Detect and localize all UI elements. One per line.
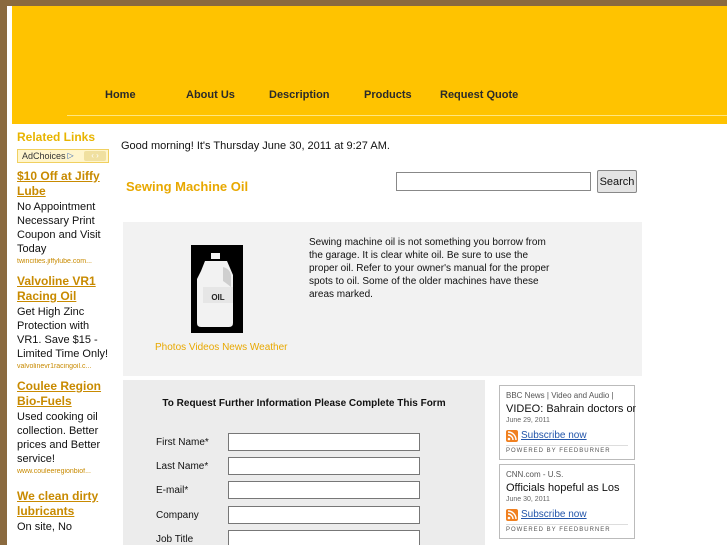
ad-title[interactable]: We clean dirty lubricants (17, 489, 109, 519)
email-field[interactable] (228, 481, 420, 499)
ad-item: We clean dirty lubricants On site, No (17, 489, 109, 534)
job-title-label: Job Title (156, 534, 194, 545)
ad-title[interactable]: Valvoline VR1 Racing Oil (17, 274, 109, 304)
ad-url[interactable]: www.couleeregionbiof... (17, 468, 109, 475)
greeting-text: Good morning! It's Thursday June 30, 201… (121, 140, 390, 152)
adchoices-bar[interactable]: AdChoices ▷ ‹ › (17, 149, 109, 163)
form-row-job-title: Job Title (156, 530, 486, 545)
product-description: Sewing machine oil is not something you … (309, 237, 550, 300)
subscribe-link[interactable]: Subscribe now (521, 509, 587, 520)
feed-source: CNN.com - U.S. (506, 470, 564, 479)
ad-body: No Appointment Necessary Print Coupon an… (17, 201, 101, 255)
oil-label: OIL (211, 293, 224, 302)
search-button[interactable]: Search (597, 170, 637, 193)
nav-home[interactable]: Home (105, 89, 136, 101)
nav-request-quote[interactable]: Request Quote (440, 89, 518, 101)
company-field[interactable] (228, 506, 420, 524)
ad-url[interactable]: valvolinevr1racingoil.c... (17, 363, 109, 370)
adchoices-icon: ▷ (67, 151, 74, 160)
page-title: Sewing Machine Oil (126, 179, 249, 194)
feed-date: June 30, 2011 (506, 496, 550, 503)
sidebar: Related Links AdChoices ▷ ‹ › $10 Off at… (17, 130, 109, 534)
page-frame: Home About Us Description Products Reque… (7, 6, 727, 545)
search-input[interactable] (396, 172, 591, 191)
subscribe-link[interactable]: Subscribe now (521, 430, 587, 441)
nav-products[interactable]: Products (364, 89, 412, 101)
divider (506, 524, 628, 525)
feed-headline[interactable]: Officials hopeful as Los (506, 482, 636, 494)
divider (506, 445, 628, 446)
ad-title[interactable]: $10 Off at Jiffy Lube (17, 169, 109, 199)
rss-icon[interactable] (506, 430, 518, 442)
photo-caption-link[interactable]: Photos Videos News Weather (155, 342, 287, 353)
request-info-form: To Request Further Information Please Co… (123, 380, 485, 545)
content-box: OIL Photos Videos News Weather Sewing ma… (123, 222, 642, 376)
ad-nav-arrows-icon[interactable]: ‹ › (84, 151, 106, 161)
main-nav: Home About Us Description Products Reque… (67, 81, 727, 116)
nav-about-us[interactable]: About Us (186, 89, 235, 101)
ad-body: Get High Zinc Protection with VR1. Save … (17, 306, 109, 360)
news-feed-widget: BBC News | Video and Audio | VIDEO: Bahr… (499, 385, 636, 460)
form-row-first-name: First Name* (156, 433, 486, 453)
feed-headline[interactable]: VIDEO: Bahrain doctors on (506, 403, 636, 415)
form-row-email: E-mail* (156, 481, 486, 501)
ad-item: Coulee Region Bio-Fuels Used cooking oil… (17, 379, 109, 475)
oil-jug-image: OIL (191, 245, 243, 333)
first-name-field[interactable] (228, 433, 420, 451)
powered-by-text: POWERED BY FEEDBURNER (506, 527, 611, 533)
news-feed-widget: CNN.com - U.S. Officials hopeful as Los … (499, 464, 635, 539)
powered-by-text: POWERED BY FEEDBURNER (506, 448, 611, 454)
form-heading: To Request Further Information Please Co… (162, 398, 446, 409)
ad-title[interactable]: Coulee Region Bio-Fuels (17, 379, 109, 409)
last-name-field[interactable] (228, 457, 420, 475)
rss-icon[interactable] (506, 509, 518, 521)
site-header: Home About Us Description Products Reque… (12, 6, 727, 124)
ad-body: Used cooking oil collection. Better pric… (17, 411, 101, 465)
form-row-last-name: Last Name* (156, 457, 486, 477)
ad-item: Valvoline VR1 Racing Oil Get High Zinc P… (17, 274, 109, 370)
ad-item: $10 Off at Jiffy Lube No Appointment Nec… (17, 169, 109, 265)
last-name-label: Last Name* (156, 461, 209, 472)
ad-body: On site, No (17, 521, 73, 533)
adchoices-label: AdChoices (22, 151, 66, 161)
form-row-company: Company (156, 506, 486, 526)
feed-date: June 29, 2011 (506, 417, 550, 424)
nav-description[interactable]: Description (269, 89, 330, 101)
ad-url[interactable]: twincities.jiffylube.com... (17, 258, 109, 265)
sidebar-heading: Related Links (17, 130, 96, 144)
company-label: Company (156, 510, 199, 521)
email-label: E-mail* (156, 485, 189, 496)
job-title-field[interactable] (228, 530, 420, 545)
first-name-label: First Name* (156, 437, 209, 448)
feed-source: BBC News | Video and Audio | (506, 391, 614, 400)
